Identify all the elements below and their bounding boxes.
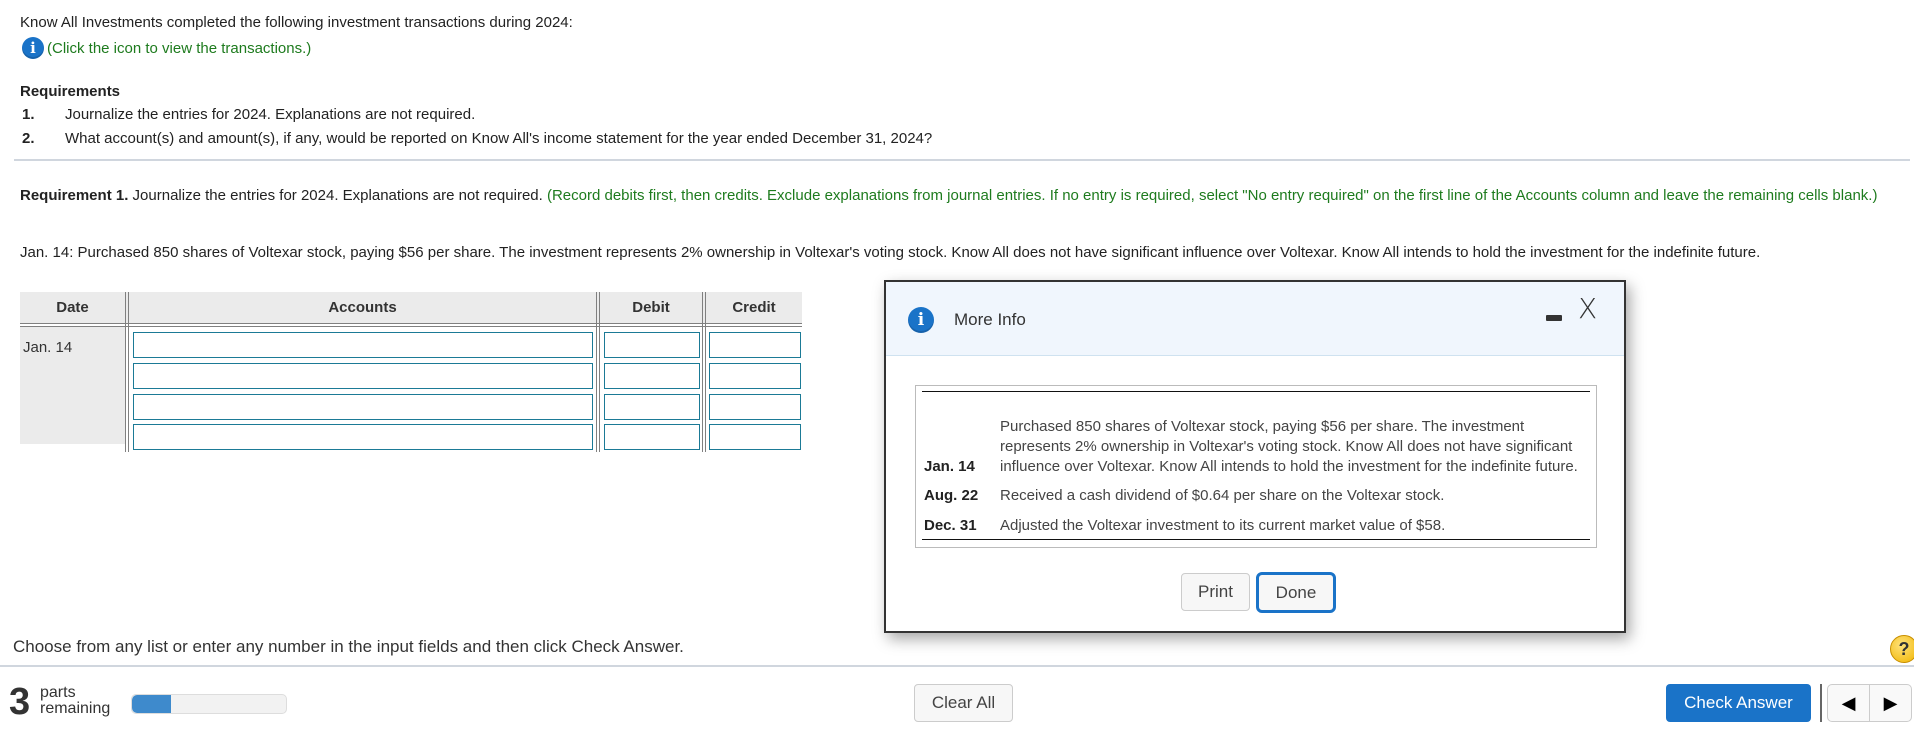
info-icon[interactable]: i [22,37,44,59]
requirement-item: 1. Journalize the entries for 2024. Expl… [22,106,475,123]
table-rule [922,539,1590,540]
table-rule [922,391,1590,392]
footer-divider [0,665,1914,667]
parts-remaining-count: 3 [9,681,31,723]
transaction-row: Aug. 22 Received a cash dividend of $0.6… [924,486,1590,506]
journal-entry-table: Date Accounts Debit Credit Jan. 14 [20,292,802,452]
section-divider [14,159,1910,161]
parts-remaining-label: parts remaining [40,685,110,717]
parts-label-line2: remaining [40,700,111,717]
more-info-dialog: i More Info X Jan. 14 Purchased 850 shar… [884,280,1626,633]
help-icon[interactable]: ? [1890,635,1914,663]
minimize-icon[interactable] [1546,315,1562,321]
credit-input-4[interactable] [709,424,801,450]
requirement-1-instruction: (Record debits first, then credits. Excl… [546,187,1878,204]
question-nav: ◀ ▶ [1827,684,1912,722]
requirement-1-label: Requirement 1. [20,187,129,204]
transaction-date: Dec. 31 [924,517,977,534]
clear-all-button[interactable]: Clear All [914,684,1013,722]
transaction-description: Jan. 14: Purchased 850 shares of Voltexa… [20,244,1761,261]
account-input-1[interactable] [133,332,593,358]
entry-date: Jan. 14 [23,339,73,356]
progress-fill [132,695,171,713]
requirements-title: Requirements [20,83,121,100]
transaction-text: Purchased 850 shares of Voltexar stock, … [1000,418,1578,475]
check-answer-button[interactable]: Check Answer [1666,684,1811,722]
column-divider [702,292,706,452]
header-credit: Credit [732,299,776,316]
progress-bar [131,694,287,714]
account-input-4[interactable] [133,424,593,450]
hint-text: Choose from any list or enter any number… [13,637,684,656]
debit-input-2[interactable] [604,363,700,389]
transactions-table: Jan. 14 Purchased 850 shares of Voltexar… [915,385,1597,548]
info-icon: i [908,307,934,333]
transaction-date: Aug. 22 [924,487,979,504]
header-accounts: Accounts [328,299,397,316]
done-button[interactable]: Done [1256,572,1336,613]
transaction-text: Adjusted the Voltexar investment to its … [1000,517,1446,534]
requirement-text: Journalize the entries for 2024. Explana… [65,106,476,123]
view-transactions-link[interactable]: (Click the icon to view the transactions… [47,40,311,57]
account-input-3[interactable] [133,394,593,420]
parts-label-line1: parts [40,684,76,701]
requirement-1-block: Requirement 1. Journalize the entries fo… [20,186,1880,206]
column-divider [125,292,129,452]
debit-input-1[interactable] [604,332,700,358]
previous-icon[interactable]: ◀ [1828,685,1869,721]
requirement-number: 1. [22,106,35,123]
close-icon[interactable]: X [1578,292,1597,325]
debit-input-3[interactable] [604,394,700,420]
requirement-1-text: Journalize the entries for 2024. Explana… [128,187,547,204]
view-transactions-link-row[interactable]: i (Click the icon to view the transactio… [22,37,311,59]
transaction-row: Dec. 31 Adjusted the Voltexar investment… [924,516,1590,536]
transaction-text: Received a cash dividend of $0.64 per sh… [1000,487,1445,504]
column-divider [596,292,600,452]
requirement-number: 2. [22,130,35,147]
requirement-item: 2. What account(s) and amount(s), if any… [22,130,932,147]
transaction-row: Jan. 14 Purchased 850 shares of Voltexar… [924,397,1590,477]
debit-input-4[interactable] [604,424,700,450]
transaction-date: Jan. 14 [924,458,975,475]
print-button[interactable]: Print [1181,573,1250,611]
dialog-title: More Info [954,310,1026,329]
dialog-header[interactable]: i More Info X [886,282,1624,356]
credit-input-2[interactable] [709,363,801,389]
credit-input-3[interactable] [709,394,801,420]
toolbar-separator [1820,684,1822,722]
credit-input-1[interactable] [709,332,801,358]
next-icon[interactable]: ▶ [1869,685,1911,721]
requirement-text: What account(s) and amount(s), if any, w… [65,130,933,147]
header-debit: Debit [632,299,670,316]
header-divider [20,323,802,327]
intro-text: Know All Investments completed the follo… [20,14,573,31]
header-date: Date [56,299,89,316]
account-input-2[interactable] [133,363,593,389]
